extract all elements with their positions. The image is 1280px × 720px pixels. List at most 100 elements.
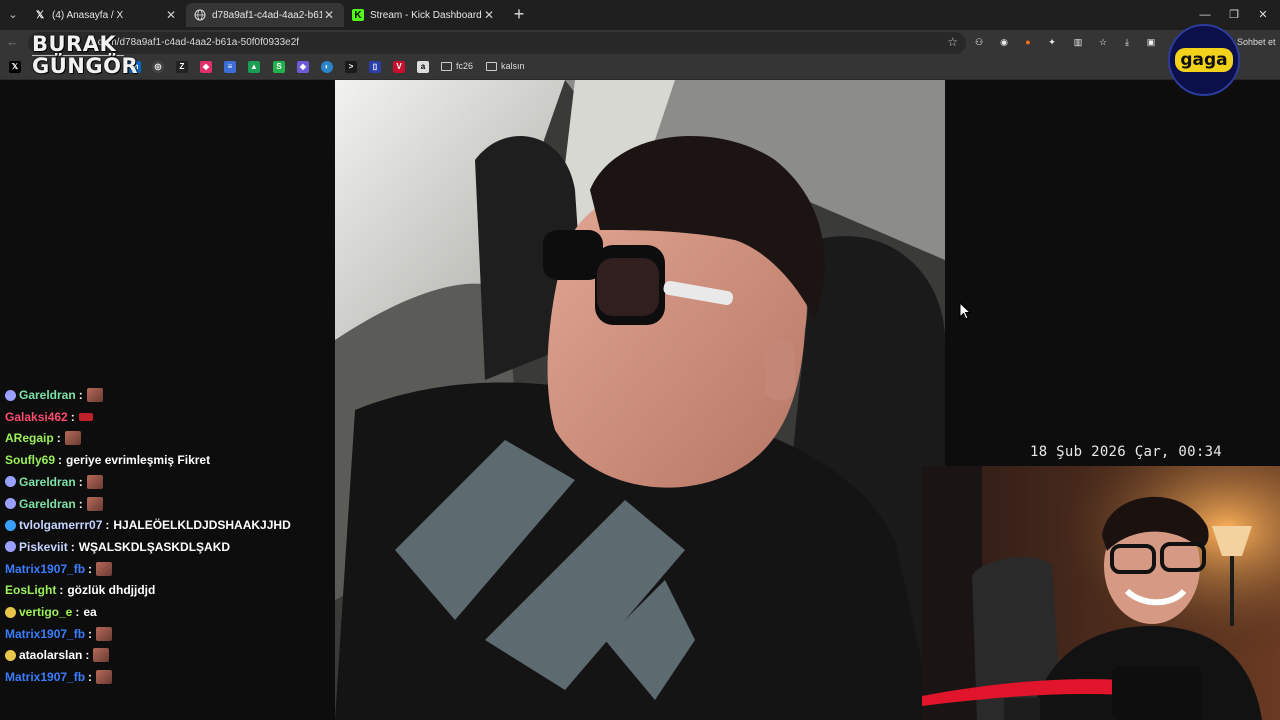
tab-kick-dashboard[interactable]: K Stream - Kick Dashboard ✕ bbox=[344, 3, 504, 27]
user-badge-icon bbox=[5, 606, 16, 618]
omnibox[interactable]: x.com/d78a9af1-c4ad-4aa2-b61a-50f0f0933e… bbox=[28, 32, 966, 54]
chat-separator: : bbox=[70, 409, 75, 424]
streamer-watermark: BURAK GÜNGÖR bbox=[32, 32, 139, 78]
gaga-logo: gaga bbox=[1168, 24, 1240, 96]
chat-message: ataolarslan: bbox=[5, 646, 110, 664]
emote-icon bbox=[86, 474, 103, 489]
folder-icon bbox=[441, 61, 452, 71]
bookmark-site-icon[interactable]: ◆ bbox=[200, 61, 212, 73]
download-icon[interactable]: ⤓ bbox=[1120, 35, 1134, 49]
shared-photo bbox=[335, 80, 945, 720]
chat-message: EosLight: gözlük dhdjjdjd bbox=[5, 581, 155, 599]
emote-icon bbox=[96, 670, 113, 685]
emote-icon bbox=[96, 626, 113, 641]
tab-active-page[interactable]: d78a9af1-c4ad-4aa2-b61a-50f0f0 ✕ bbox=[186, 3, 344, 27]
streamer-webcam bbox=[922, 466, 1280, 720]
chat-username[interactable]: Matrix1907_fb bbox=[5, 627, 85, 641]
chat-message: Soufly69: geriye evrimleşmiş Fikret bbox=[5, 451, 210, 469]
emote-icon bbox=[93, 648, 110, 663]
user-badge-icon bbox=[5, 498, 16, 509]
bookmark-site-icon[interactable]: ◈ bbox=[297, 61, 309, 73]
chat-message: Matrix1907_fb: bbox=[5, 560, 113, 578]
tab-label: (4) Anasayfa / X bbox=[52, 9, 124, 21]
bookmark-site-icon[interactable]: ◐ bbox=[321, 61, 333, 73]
bookmark-site-icon[interactable]: ◎ bbox=[152, 61, 164, 73]
bookmark-docs-icon[interactable]: ≡ bbox=[224, 61, 236, 73]
bookmark-site-icon[interactable]: a bbox=[417, 61, 429, 73]
tab-label: Stream - Kick Dashboard bbox=[370, 9, 482, 21]
chat-separator: : bbox=[75, 605, 80, 619]
bookmark-site-icon[interactable]: ▯ bbox=[369, 61, 381, 73]
tab-label: d78a9af1-c4ad-4aa2-b61a-50f0f0 bbox=[212, 9, 322, 21]
minimize-icon[interactable]: — bbox=[1196, 6, 1214, 24]
chat-username[interactable]: Gareldran bbox=[19, 497, 76, 511]
bookmark-site-icon[interactable]: > bbox=[345, 61, 357, 73]
address-bar-row: ← x.com/d78a9af1-c4ad-4aa2-b61a-50f0f093… bbox=[0, 30, 1280, 56]
chat-separator: : bbox=[58, 453, 63, 468]
bookmark-site-icon[interactable]: V bbox=[393, 61, 405, 73]
puzzle-icon[interactable]: ✦ bbox=[1045, 35, 1059, 49]
chat-username[interactable]: Soufly69 bbox=[5, 453, 55, 467]
close-window-icon[interactable]: ✕ bbox=[1254, 6, 1272, 24]
chat-separator: : bbox=[56, 431, 61, 446]
chat-button[interactable]: Sohbet et bbox=[1237, 37, 1276, 47]
chat-username[interactable]: ataolarslan bbox=[19, 648, 82, 662]
chat-separator: : bbox=[88, 626, 93, 641]
chat-username[interactable]: Matrix1907_fb bbox=[5, 562, 85, 576]
chat-username[interactable]: Matrix1907_fb bbox=[5, 670, 85, 684]
emote-icon bbox=[96, 561, 113, 576]
chat-username[interactable]: Gareldran bbox=[19, 475, 76, 489]
chat-separator: : bbox=[78, 496, 83, 511]
chat-message: ARegaip: bbox=[5, 429, 81, 447]
chat-username[interactable]: Piskeviit bbox=[19, 540, 68, 554]
chat-username[interactable]: Galaksi462 bbox=[5, 410, 68, 424]
split-view-icon[interactable]: ▥ bbox=[1071, 35, 1085, 49]
bookmark-folder-fc26[interactable]: fc26 bbox=[441, 61, 473, 71]
user-badge-icon bbox=[5, 519, 16, 531]
chat-separator: : bbox=[105, 518, 110, 533]
x-logo-icon: 𝕏 bbox=[35, 9, 45, 21]
kick-logo-icon: K bbox=[352, 9, 364, 21]
bookmark-drive-icon[interactable]: ▲ bbox=[248, 61, 260, 73]
chat-separator: : bbox=[88, 670, 93, 685]
brave-extension-icon[interactable]: ● bbox=[1021, 35, 1035, 49]
emote-icon bbox=[86, 388, 103, 402]
chat-separator: : bbox=[88, 561, 93, 576]
extension-icon[interactable]: ⚇ bbox=[972, 35, 986, 49]
chat-username[interactable]: ARegaip bbox=[5, 431, 54, 445]
emote-icon bbox=[64, 431, 81, 446]
close-icon[interactable]: ✕ bbox=[482, 8, 496, 22]
bookmark-x-icon[interactable]: 𝕏 bbox=[9, 61, 21, 73]
bookmark-star-icon[interactable]: ☆ bbox=[947, 35, 958, 49]
chat-message: Piskeviit: WŞALSKDLŞASKDLŞAKD bbox=[5, 538, 230, 556]
chat-text: HJALEÖELKLDJDSHAAKJJHD bbox=[113, 518, 291, 533]
chat-message: Gareldran: bbox=[5, 473, 103, 491]
folder-icon bbox=[486, 61, 497, 71]
chat-username[interactable]: Gareldran bbox=[19, 388, 76, 402]
mouse-cursor-icon bbox=[959, 301, 972, 325]
restore-icon[interactable]: ❐ bbox=[1225, 6, 1243, 24]
new-tab-button[interactable]: + bbox=[509, 4, 529, 24]
chat-message: Galaksi462: bbox=[5, 408, 93, 426]
screenshot-icon[interactable]: ▣ bbox=[1144, 35, 1158, 49]
close-icon[interactable]: ✕ bbox=[322, 8, 336, 22]
chat-message: tvlolgamerrr07: HJALEÖELKLDJDSHAAKJJHD bbox=[5, 516, 291, 534]
chat-message: vertigo_e: ea bbox=[5, 603, 97, 621]
camera-icon[interactable]: ◉ bbox=[997, 35, 1011, 49]
chat-separator: : bbox=[78, 474, 83, 489]
chat-message: Gareldran: bbox=[5, 386, 103, 404]
emote-icon bbox=[86, 496, 103, 511]
bookmark-site-icon[interactable]: S bbox=[273, 61, 285, 73]
bookmark-folder-kalsin[interactable]: kalsın bbox=[486, 61, 525, 71]
chat-username[interactable]: EosLight bbox=[5, 583, 56, 597]
chat-username[interactable]: tvlolgamerrr07 bbox=[19, 518, 102, 532]
tab-search-icon[interactable]: ⌄ bbox=[4, 6, 22, 24]
back-arrow-icon[interactable]: ← bbox=[6, 34, 19, 49]
chat-message: Gareldran: bbox=[5, 495, 103, 513]
tab-strip: ⌄ 𝕏 (4) Anasayfa / X ✕ d78a9af1-c4ad-4aa… bbox=[0, 0, 1280, 30]
favorites-icon[interactable]: ☆ bbox=[1096, 35, 1110, 49]
close-icon[interactable]: ✕ bbox=[164, 8, 178, 22]
chat-username[interactable]: vertigo_e bbox=[19, 605, 72, 619]
tab-x-home[interactable]: 𝕏 (4) Anasayfa / X ✕ bbox=[26, 3, 186, 27]
bookmark-site-icon[interactable]: Z bbox=[176, 61, 188, 73]
